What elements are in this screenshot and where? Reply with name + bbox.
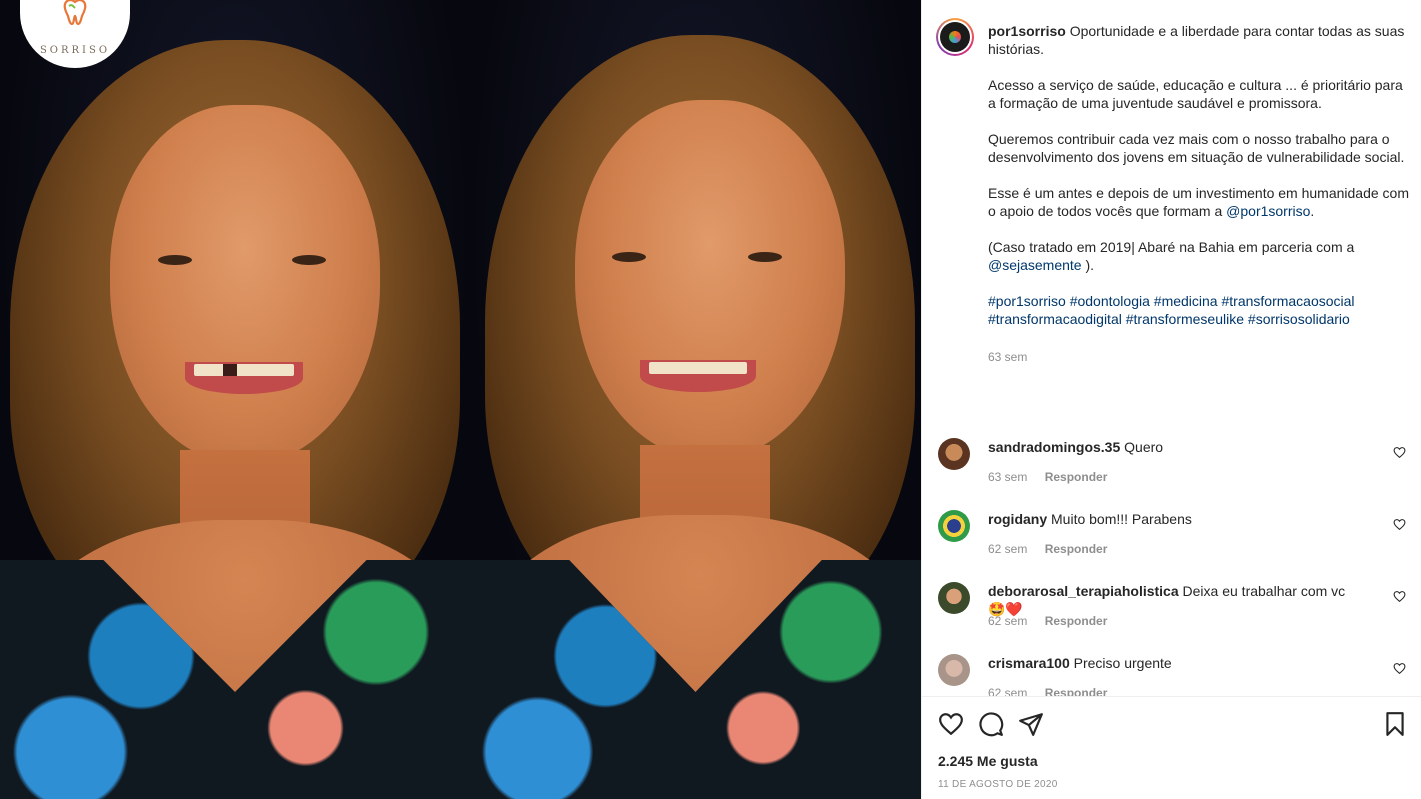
post-actions: 2.245 Me gusta 11 DE AGOSTO DE 2020 (922, 696, 1421, 799)
commenter-avatar[interactable] (938, 654, 970, 686)
commenter-avatar[interactable] (938, 510, 970, 542)
logo-text: SORRISO (39, 45, 111, 56)
reply-button[interactable]: Responder (1045, 614, 1108, 628)
post-image[interactable]: SORRISO (0, 0, 921, 799)
share-icon[interactable] (1018, 711, 1044, 737)
heart-icon[interactable] (1393, 518, 1406, 531)
comment-text: Quero (1124, 439, 1164, 455)
caption-paragraph: Acesso a serviço de saúde, educação e cu… (988, 77, 1403, 111)
reply-button[interactable]: Responder (1045, 686, 1108, 696)
after-photo (470, 0, 921, 799)
reply-button[interactable]: Responder (1045, 470, 1108, 484)
caption-paragraph: (Caso tratado em 2019| Abaré na Bahia em… (988, 239, 1355, 255)
comment-username[interactable]: sandradomingos.35 (988, 439, 1120, 455)
commenter-avatar[interactable] (938, 438, 970, 470)
mention-link[interactable]: @por1sorriso (1226, 203, 1310, 219)
profile-avatar[interactable] (936, 18, 974, 56)
comments-list: sandradomingos.35 Quero 63 sem Responder… (922, 430, 1421, 696)
bookmark-icon[interactable] (1382, 711, 1408, 737)
comment-item: rogidany Muito bom!!! Parabens 62 sem Re… (922, 502, 1421, 574)
comment-time: 62 sem (988, 542, 1028, 556)
commenter-avatar[interactable] (938, 582, 970, 614)
heart-icon[interactable] (938, 711, 964, 737)
comment-time: 62 sem (988, 614, 1028, 628)
comment-item: crismara100 Preciso urgente 62 sem Respo… (922, 646, 1421, 696)
comment-username[interactable]: crismara100 (988, 655, 1070, 671)
caption-punct: ). (1085, 257, 1095, 273)
comment-text: Deixa eu trabalhar com vc (1182, 583, 1346, 599)
comment-text: Preciso urgente (1073, 655, 1172, 671)
tooth-icon (63, 0, 87, 26)
caption-paragraph: Queremos contribuir cada vez mais com o … (988, 131, 1405, 165)
post-caption: por1sorriso Oportunidade e a liberdade p… (988, 22, 1412, 366)
reply-button[interactable]: Responder (1045, 542, 1108, 556)
comment-username[interactable]: deborarosal_terapiaholistica (988, 583, 1179, 599)
comment-icon[interactable] (978, 711, 1004, 737)
hashtags[interactable]: #por1sorriso #odontologia #medicina #tra… (988, 292, 1412, 328)
comment-item: deborarosal_terapiaholistica Deixa eu tr… (922, 574, 1421, 646)
instagram-post: SORRISO por1sorriso Oportunidade e a lib… (0, 0, 1421, 799)
post-side-panel: por1sorriso Oportunidade e a liberdade p… (921, 0, 1421, 799)
caption-username[interactable]: por1sorriso (988, 23, 1066, 39)
comment-username[interactable]: rogidany (988, 511, 1047, 527)
caption-timestamp: 63 sem (988, 350, 1028, 364)
post-date[interactable]: 11 DE AGOSTO DE 2020 (938, 779, 1058, 790)
before-photo (0, 0, 470, 799)
caption-area: por1sorriso Oportunidade e a liberdade p… (922, 0, 1421, 430)
comment-text: Muito bom!!! Parabens (1051, 511, 1192, 527)
comment-time: 62 sem (988, 686, 1028, 696)
caption-punct: . (1310, 203, 1315, 219)
heart-icon[interactable] (1393, 662, 1406, 675)
caption-paragraph: Esse é um antes e depois de um investime… (988, 185, 1410, 219)
heart-icon[interactable] (1393, 446, 1406, 459)
mention-link[interactable]: @sejasemente (988, 257, 1082, 273)
comment-time: 63 sem (988, 470, 1028, 484)
likes-count[interactable]: 2.245 Me gusta (938, 753, 1038, 769)
heart-icon[interactable] (1393, 590, 1406, 603)
comment-item: sandradomingos.35 Quero 63 sem Responder (922, 430, 1421, 502)
